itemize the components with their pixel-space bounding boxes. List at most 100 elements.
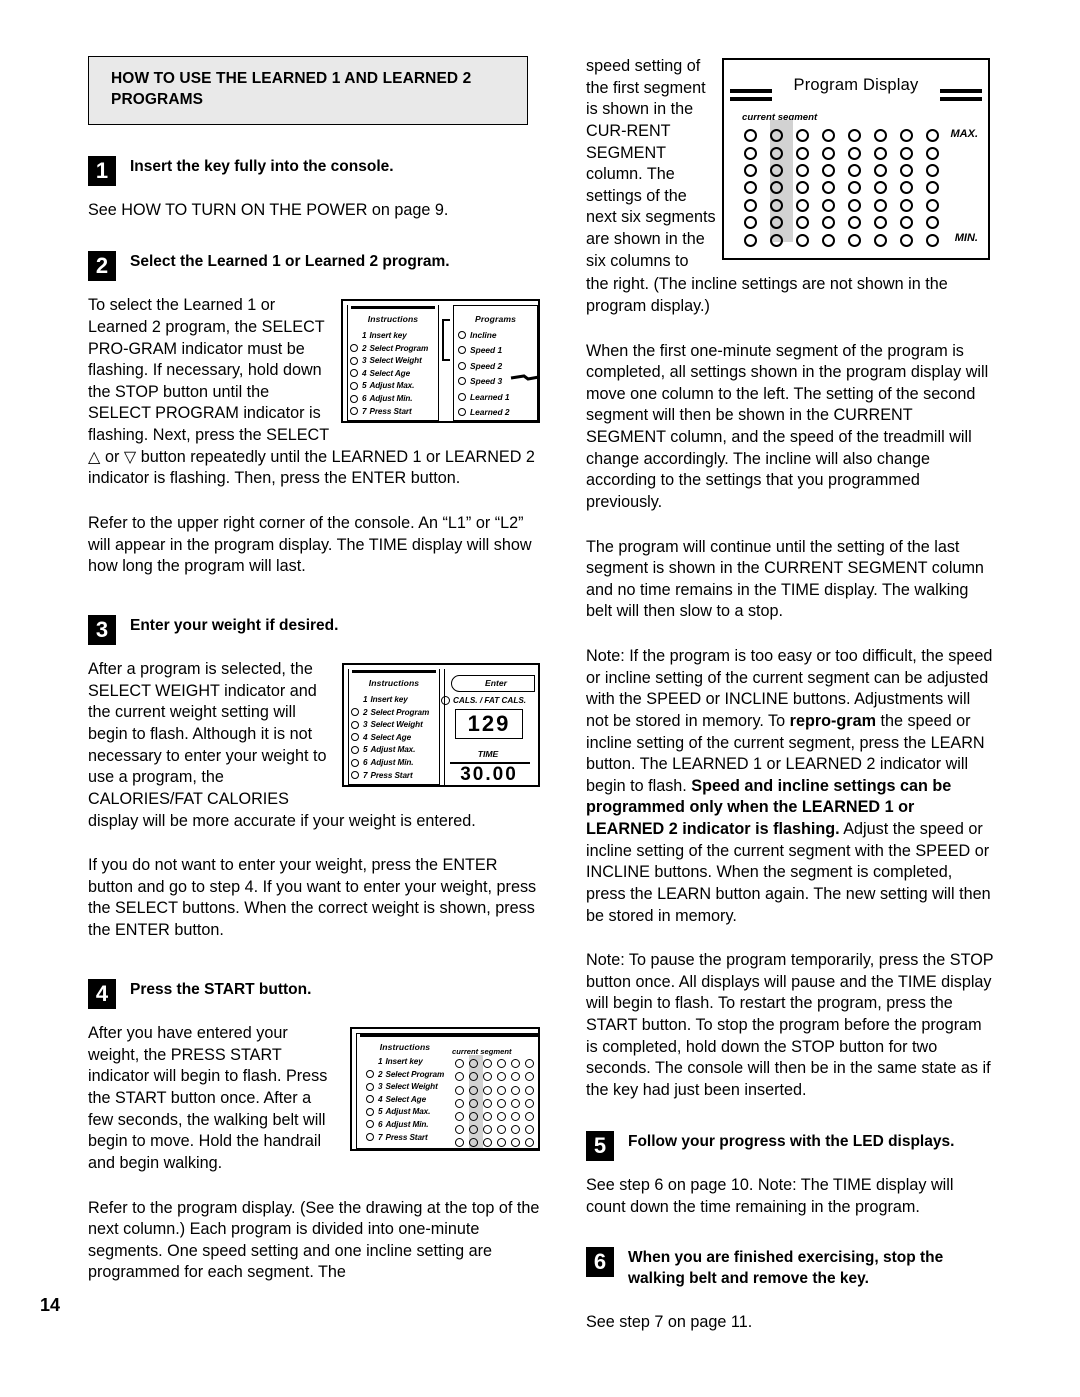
step-5-title: Follow your progress with the LED displa…: [628, 1132, 955, 1150]
step-4: 4 Press the START button.: [88, 978, 540, 1009]
segment-dot: [497, 1085, 506, 1095]
step-2-number: 2: [88, 250, 116, 281]
time-value: 30.00: [460, 764, 518, 786]
instruction-label: 7 Press Start: [363, 770, 413, 780]
instruction-item: 2 Select Program: [366, 1068, 450, 1081]
instruction-label: 5 Adjust Max.: [363, 745, 416, 755]
led-indicator-icon: [350, 407, 358, 416]
instruction-item: 7 Press Start: [351, 769, 439, 782]
led-indicator-icon: [351, 745, 359, 754]
instruction-label: 2 Select Program: [363, 707, 430, 717]
segment-dot: [525, 1072, 534, 1082]
step-3: 3 Enter your weight if desired.: [88, 614, 540, 645]
step-3-title: Enter your weight if desired.: [130, 616, 339, 634]
instruction-item: 7 Press Start: [350, 405, 438, 418]
pointer-arrow-icon: [510, 374, 540, 381]
segment-dot: [483, 1059, 492, 1069]
segment-dot: [525, 1125, 534, 1135]
right-note-1: Note: If the program is too easy or too …: [586, 646, 996, 927]
segment-dot: [483, 1112, 492, 1122]
led-indicator-icon: [458, 407, 466, 416]
console-panel-figure-step4: Instructions 1 Insert key 2 Select Program…: [350, 1027, 540, 1152]
led-indicator-icon: [351, 733, 359, 742]
panel-top-rule: [352, 670, 436, 673]
program-item: Incline: [458, 327, 537, 342]
instruction-item: 6 Adjust Min.: [351, 756, 439, 769]
section-heading-text: HOW TO USE THE LEARNED 1 AND LEARNED 2 P…: [111, 70, 472, 109]
instruction-label: 2 Select Program: [378, 1069, 445, 1079]
segment-dot: [483, 1098, 492, 1108]
led-indicator-icon: [458, 330, 466, 339]
segment-dot: [455, 1098, 464, 1108]
right-para-2: When the first one-minute segment of the…: [586, 341, 989, 511]
display-subpanel: Enter CALS. / FAT CALS. 129 TIME 30.00: [441, 669, 539, 786]
segment-dot: [455, 1059, 464, 1069]
led-indicator-icon: [351, 720, 359, 729]
instructions-subpanel: Instructions 1 Insert key 2 Select Program: [348, 669, 440, 786]
step-2-body-2: Refer to the upper right corner of the c…: [88, 513, 532, 576]
led-indicator-icon: [366, 1082, 374, 1091]
segment-dot: [469, 1125, 478, 1135]
program-label: Learned 2: [470, 406, 510, 417]
instruction-item: 7 Press Start: [366, 1131, 450, 1144]
segment-dot: [511, 1138, 520, 1148]
step-3-number: 3: [88, 614, 116, 645]
instruction-item: 4 Select Age: [366, 1093, 450, 1106]
segment-dot: [497, 1072, 506, 1082]
segment-dot: [497, 1112, 506, 1122]
led-indicator-icon: [441, 696, 450, 706]
led-indicator-icon: [366, 1070, 374, 1079]
instruction-label: 4 Select Age: [363, 732, 412, 742]
segment-dot: [511, 1072, 520, 1082]
instruction-label: 1 Insert key: [362, 331, 407, 341]
led-indicator-icon: [350, 394, 358, 403]
led-indicator-icon: [351, 696, 359, 704]
instruction-item: 3 Select Weight: [350, 354, 438, 367]
segment-dot: [483, 1085, 492, 1095]
led-indicator-icon: [458, 361, 466, 370]
led-indicator-icon: [351, 771, 359, 780]
led-indicator-icon: [350, 381, 358, 390]
instruction-item: 2 Select Program: [350, 342, 438, 355]
segment-dot: [469, 1059, 478, 1069]
step-6-body: See step 7 on page 11.: [586, 1313, 753, 1332]
instructions-subpanel: Instructions 1 Insert key 2 Select Program: [347, 305, 439, 422]
segment-dot: [525, 1112, 534, 1122]
instruction-label: 3 Select Weight: [362, 356, 422, 366]
segment-dot: [455, 1072, 464, 1082]
segment-dot: [469, 1112, 478, 1122]
instruction-label: 5 Adjust Max.: [362, 381, 415, 391]
segment-dot: [455, 1085, 464, 1095]
enter-button-label: Enter: [485, 678, 507, 689]
instruction-label: 4 Select Age: [362, 368, 411, 378]
segment-dot: [497, 1138, 506, 1148]
program-item: Speed 1: [458, 343, 537, 358]
instruction-label: 1 Insert key: [363, 695, 408, 705]
instruction-label: 1 Insert key: [378, 1056, 423, 1066]
programs-title: Programs: [475, 314, 516, 325]
panel-top-rule: [351, 306, 435, 309]
instruction-label: 7 Press Start: [378, 1132, 428, 1142]
segment-dot: [497, 1098, 506, 1108]
console-panel-figure-step3: Instructions 1 Insert key 2 Select Program: [342, 663, 540, 788]
instructions-list: 1 Insert key 2 Select Program 3 Select Weig…: [364, 1055, 450, 1143]
instruction-label: 3 Select Weight: [363, 720, 423, 730]
instructions-list: 1 Insert key 2 Select Program 3 Select Weig…: [349, 693, 439, 781]
step-5-body: See step 6 on page 10. Note: The TIME di…: [586, 1175, 954, 1216]
right-note-2: Note: To pause the program temporarily, …: [586, 951, 994, 1099]
segment-dot: [483, 1138, 492, 1148]
program-item: Learned 1: [458, 389, 537, 404]
step-1-title: Insert the key fully into the console.: [130, 157, 394, 175]
led-indicator-icon: [366, 1057, 374, 1065]
led-indicator-icon: [366, 1120, 374, 1129]
step-5-number: 5: [586, 1130, 614, 1161]
right-para-top: speed setting of the first segment is sh…: [586, 57, 716, 270]
segment-dot: [511, 1059, 520, 1069]
led-indicator-icon: [350, 344, 358, 353]
instruction-item: 6 Adjust Min.: [366, 1118, 450, 1131]
program-label: Speed 1: [470, 345, 503, 356]
time-label: TIME: [477, 749, 499, 760]
segment-dot: [469, 1072, 478, 1082]
led-indicator-icon: [458, 346, 466, 355]
step-1: 1 Insert the key fully into the console.: [88, 155, 540, 186]
